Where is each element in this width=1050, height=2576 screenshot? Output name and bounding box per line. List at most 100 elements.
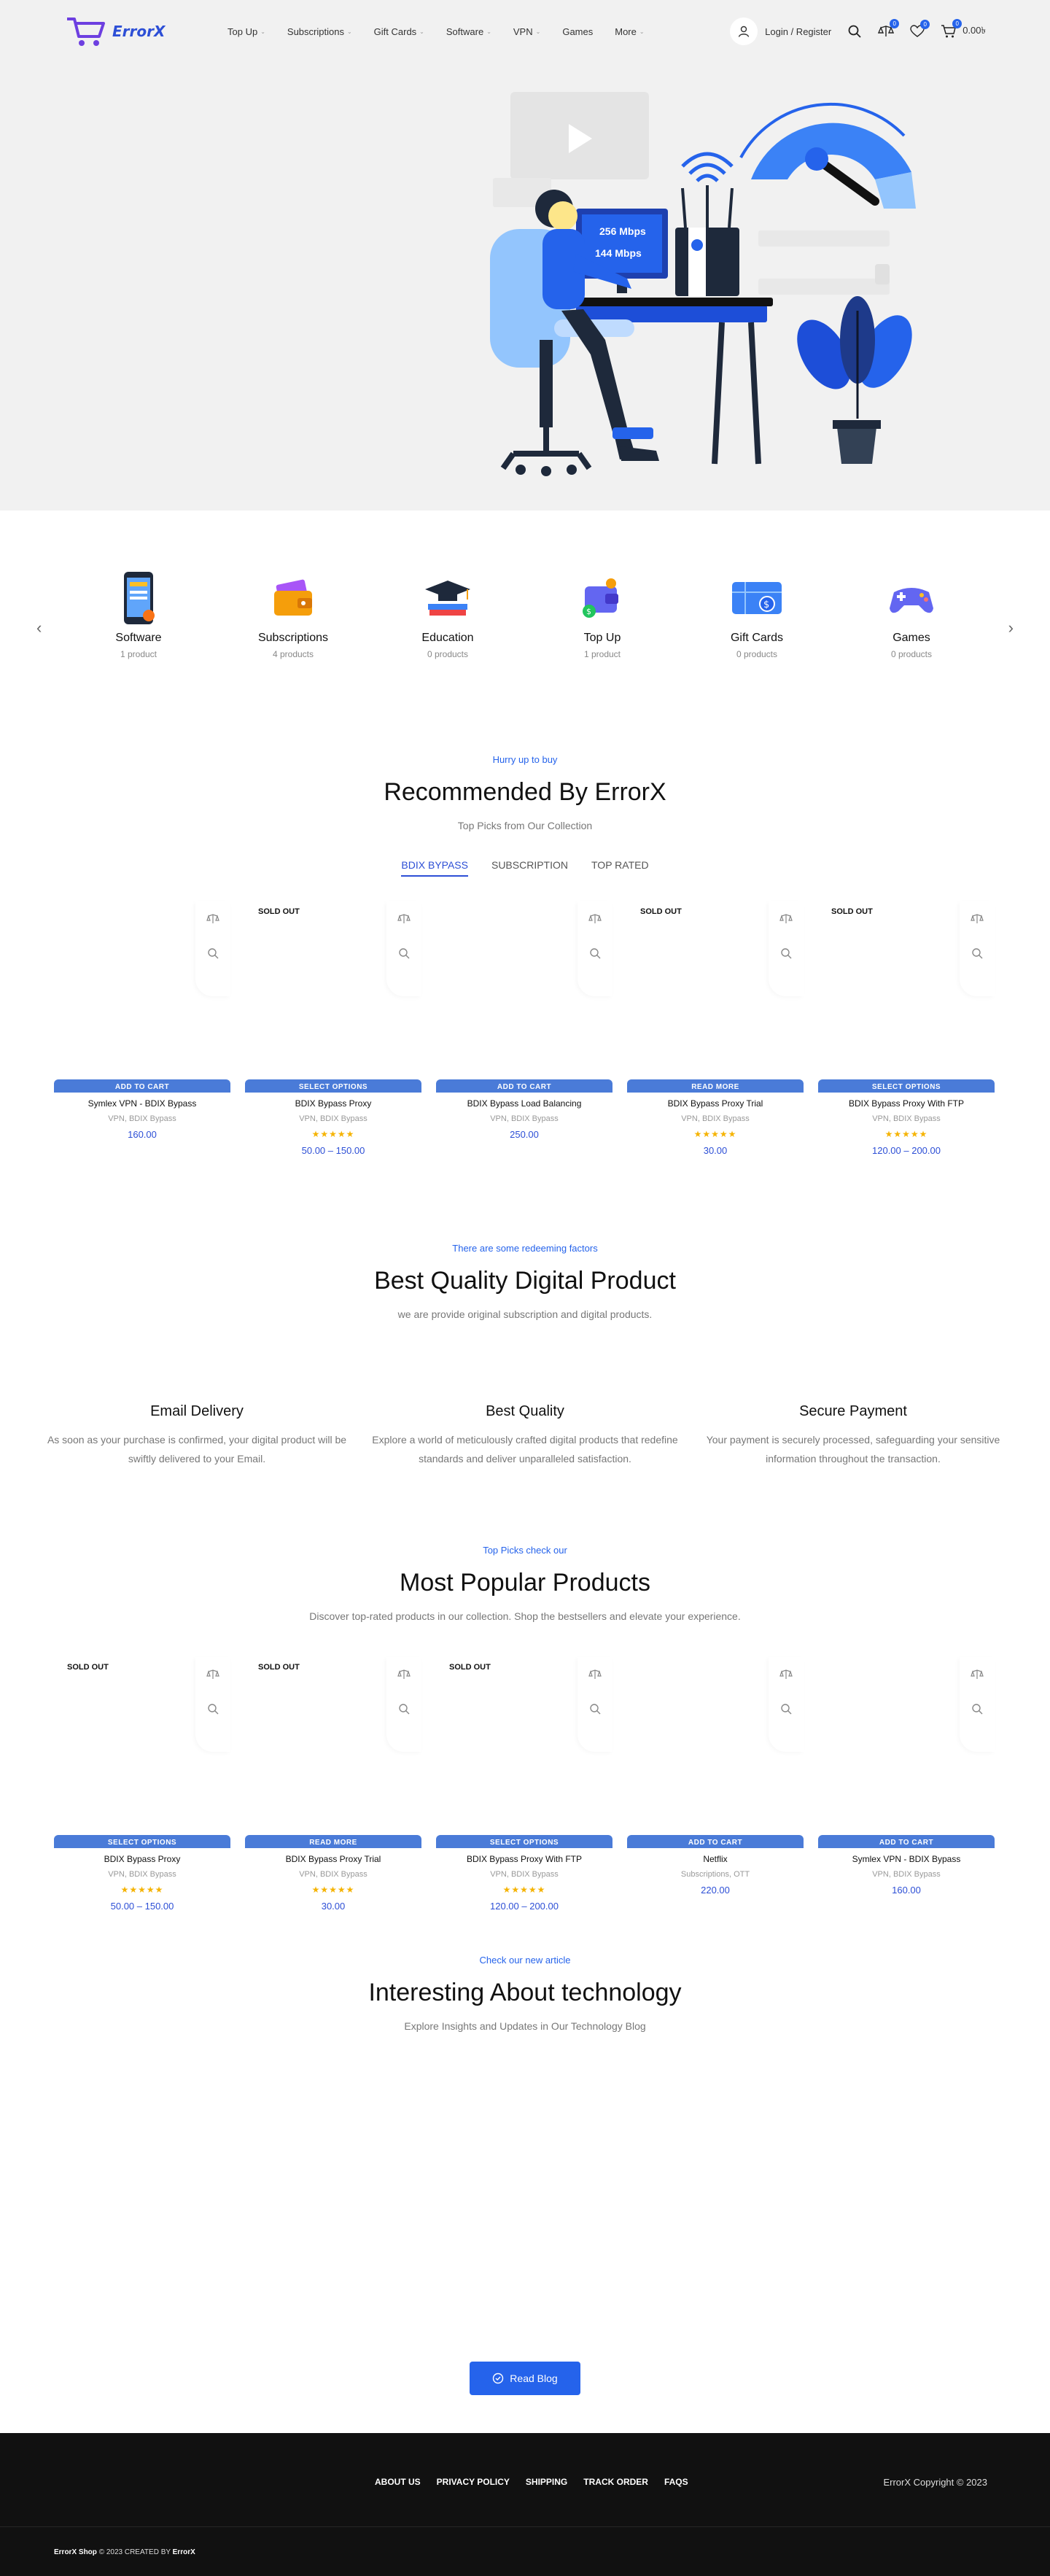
read-blog-button[interactable]: Read Blog: [470, 2362, 580, 2395]
compare-icon[interactable]: [588, 913, 602, 928]
compare-icon[interactable]: [588, 1669, 602, 1684]
product-image[interactable]: SOLD OUT: [436, 1657, 612, 1835]
search-icon[interactable]: [847, 24, 862, 39]
product-image[interactable]: [627, 1657, 804, 1835]
product-action-button[interactable]: SELECT OPTIONS: [245, 1079, 421, 1093]
compare-icon[interactable]: [971, 1669, 984, 1684]
product-action-button[interactable]: SELECT OPTIONS: [818, 1079, 995, 1093]
product-name[interactable]: BDIX Bypass Proxy With FTP: [436, 1854, 612, 1864]
product-card[interactable]: SOLD OUT READ MORE BDIX Bypass Proxy Trial…: [245, 1657, 421, 1912]
product-categories[interactable]: VPN, BDIX Bypass: [818, 1114, 995, 1123]
category-games[interactable]: Games 0 products: [846, 569, 977, 659]
product-name[interactable]: Symlex VPN - BDIX Bypass: [818, 1854, 995, 1864]
product-card[interactable]: ADD TO CART Netflix Subscriptions, OTT 220.…: [627, 1657, 804, 1912]
nav-item-subscriptions[interactable]: Subscriptions ⌄: [287, 26, 352, 37]
quick-view-search-icon[interactable]: [780, 1703, 792, 1718]
category-software[interactable]: Software 1 product: [73, 569, 204, 659]
product-card[interactable]: SOLD OUT SELECT OPTIONS BDIX Bypass Proxy V…: [245, 901, 421, 1156]
quick-view-search-icon[interactable]: [207, 947, 219, 963]
product-categories[interactable]: VPN, BDIX Bypass: [818, 1870, 995, 1879]
product-action-button[interactable]: READ MORE: [627, 1079, 804, 1093]
product-categories[interactable]: VPN, BDIX Bypass: [54, 1114, 230, 1123]
quick-view-search-icon[interactable]: [971, 947, 983, 963]
tab-bdix-bypass[interactable]: BDIX BYPASS: [401, 859, 468, 877]
nav-item-vpn[interactable]: VPN ⌄: [513, 26, 540, 37]
product-image[interactable]: SOLD OUT: [245, 901, 421, 1079]
quick-view-search-icon[interactable]: [398, 1703, 410, 1718]
compare-icon[interactable]: 0: [878, 19, 900, 39]
product-name[interactable]: BDIX Bypass Proxy: [54, 1854, 230, 1864]
product-name[interactable]: BDIX Bypass Proxy With FTP: [818, 1098, 995, 1109]
product-image[interactable]: SOLD OUT: [54, 1657, 230, 1835]
product-categories[interactable]: Subscriptions, OTT: [627, 1870, 804, 1879]
product-action-button[interactable]: ADD TO CART: [436, 1079, 612, 1093]
compare-icon[interactable]: [206, 1669, 219, 1684]
product-image[interactable]: [436, 901, 612, 1079]
product-image[interactable]: SOLD OUT: [818, 901, 995, 1079]
product-card[interactable]: ADD TO CART Symlex VPN - BDIX Bypass VPN, …: [54, 901, 230, 1156]
product-categories[interactable]: VPN, BDIX Bypass: [436, 1114, 612, 1123]
product-name[interactable]: BDIX Bypass Proxy Trial: [627, 1098, 804, 1109]
compare-icon[interactable]: [397, 913, 411, 928]
nav-item-games[interactable]: Games: [562, 26, 593, 37]
product-categories[interactable]: VPN, BDIX Bypass: [436, 1870, 612, 1879]
product-categories[interactable]: VPN, BDIX Bypass: [245, 1114, 421, 1123]
quick-view-search-icon[interactable]: [971, 1703, 983, 1718]
product-card[interactable]: SOLD OUT READ MORE BDIX Bypass Proxy Trial…: [627, 901, 804, 1156]
footer-link-privacy-policy[interactable]: PRIVACY POLICY: [437, 2477, 510, 2487]
product-name[interactable]: BDIX Bypass Proxy Trial: [245, 1854, 421, 1864]
chevron-right-icon[interactable]: ›: [1008, 618, 1014, 637]
nav-item-more[interactable]: More ⌄: [615, 26, 644, 37]
product-action-button[interactable]: SELECT OPTIONS: [54, 1835, 230, 1848]
quick-view-search-icon[interactable]: [589, 947, 601, 963]
product-action-button[interactable]: ADD TO CART: [627, 1835, 804, 1848]
product-image[interactable]: SOLD OUT: [245, 1657, 421, 1835]
product-name[interactable]: BDIX Bypass Load Balancing: [436, 1098, 612, 1109]
quick-view-search-icon[interactable]: [780, 947, 792, 963]
product-image[interactable]: [818, 1657, 995, 1835]
product-card[interactable]: SOLD OUT SELECT OPTIONS BDIX Bypass Proxy …: [818, 901, 995, 1156]
logo[interactable]: ErrorX: [64, 13, 181, 50]
product-image[interactable]: SOLD OUT: [627, 901, 804, 1079]
product-card[interactable]: ADD TO CART BDIX Bypass Load Balancing VPN…: [436, 901, 612, 1156]
product-action-button[interactable]: SELECT OPTIONS: [436, 1835, 612, 1848]
quick-view-search-icon[interactable]: [398, 947, 410, 963]
nav-item-gift-cards[interactable]: Gift Cards ⌄: [374, 26, 424, 37]
footer-brand-link[interactable]: ErrorX: [173, 2548, 195, 2556]
tab-subscription[interactable]: SUBSCRIPTION: [491, 859, 568, 877]
category-education[interactable]: Education 0 products: [382, 569, 513, 659]
chevron-left-icon[interactable]: ‹: [36, 618, 42, 637]
product-categories[interactable]: VPN, BDIX Bypass: [54, 1870, 230, 1879]
footer-link-faqs[interactable]: FAQS: [664, 2477, 688, 2487]
category-subscriptions[interactable]: Subscriptions 4 products: [228, 569, 359, 659]
compare-icon[interactable]: [397, 1669, 411, 1684]
product-name[interactable]: Symlex VPN - BDIX Bypass: [54, 1098, 230, 1109]
product-action-button[interactable]: ADD TO CART: [818, 1835, 995, 1848]
quick-view-search-icon[interactable]: [207, 1703, 219, 1718]
nav-item-top-up[interactable]: Top Up ⌄: [228, 26, 265, 37]
compare-icon[interactable]: [971, 913, 984, 928]
product-name[interactable]: BDIX Bypass Proxy: [245, 1098, 421, 1109]
compare-icon[interactable]: [206, 913, 219, 928]
quick-view-search-icon[interactable]: [589, 1703, 601, 1718]
login-register-link[interactable]: Login / Register: [730, 18, 831, 45]
tab-top-rated[interactable]: TOP RATED: [591, 859, 649, 877]
product-action-button[interactable]: READ MORE: [245, 1835, 421, 1848]
footer-link-track-order[interactable]: TRACK ORDER: [583, 2477, 648, 2487]
product-card[interactable]: SOLD OUT SELECT OPTIONS BDIX Bypass Proxy …: [436, 1657, 612, 1912]
category-top-up[interactable]: $ Top Up 1 product: [537, 569, 668, 659]
footer-link-shipping[interactable]: SHIPPING: [526, 2477, 567, 2487]
product-categories[interactable]: VPN, BDIX Bypass: [627, 1114, 804, 1123]
wishlist-heart-icon[interactable]: 0: [910, 20, 930, 38]
compare-icon[interactable]: [779, 913, 793, 928]
category-gift-cards[interactable]: $ Gift Cards 0 products: [691, 569, 822, 659]
product-card[interactable]: ADD TO CART Symlex VPN - BDIX Bypass VPN, …: [818, 1657, 995, 1912]
product-image[interactable]: [54, 901, 230, 1079]
cart-button[interactable]: 0 0.00৳: [941, 19, 986, 39]
product-categories[interactable]: VPN, BDIX Bypass: [245, 1870, 421, 1879]
product-action-button[interactable]: ADD TO CART: [54, 1079, 230, 1093]
product-name[interactable]: Netflix: [627, 1854, 804, 1864]
compare-icon[interactable]: [779, 1669, 793, 1684]
footer-link-about-us[interactable]: ABOUT US: [375, 2477, 421, 2487]
product-card[interactable]: SOLD OUT SELECT OPTIONS BDIX Bypass Proxy V…: [54, 1657, 230, 1912]
